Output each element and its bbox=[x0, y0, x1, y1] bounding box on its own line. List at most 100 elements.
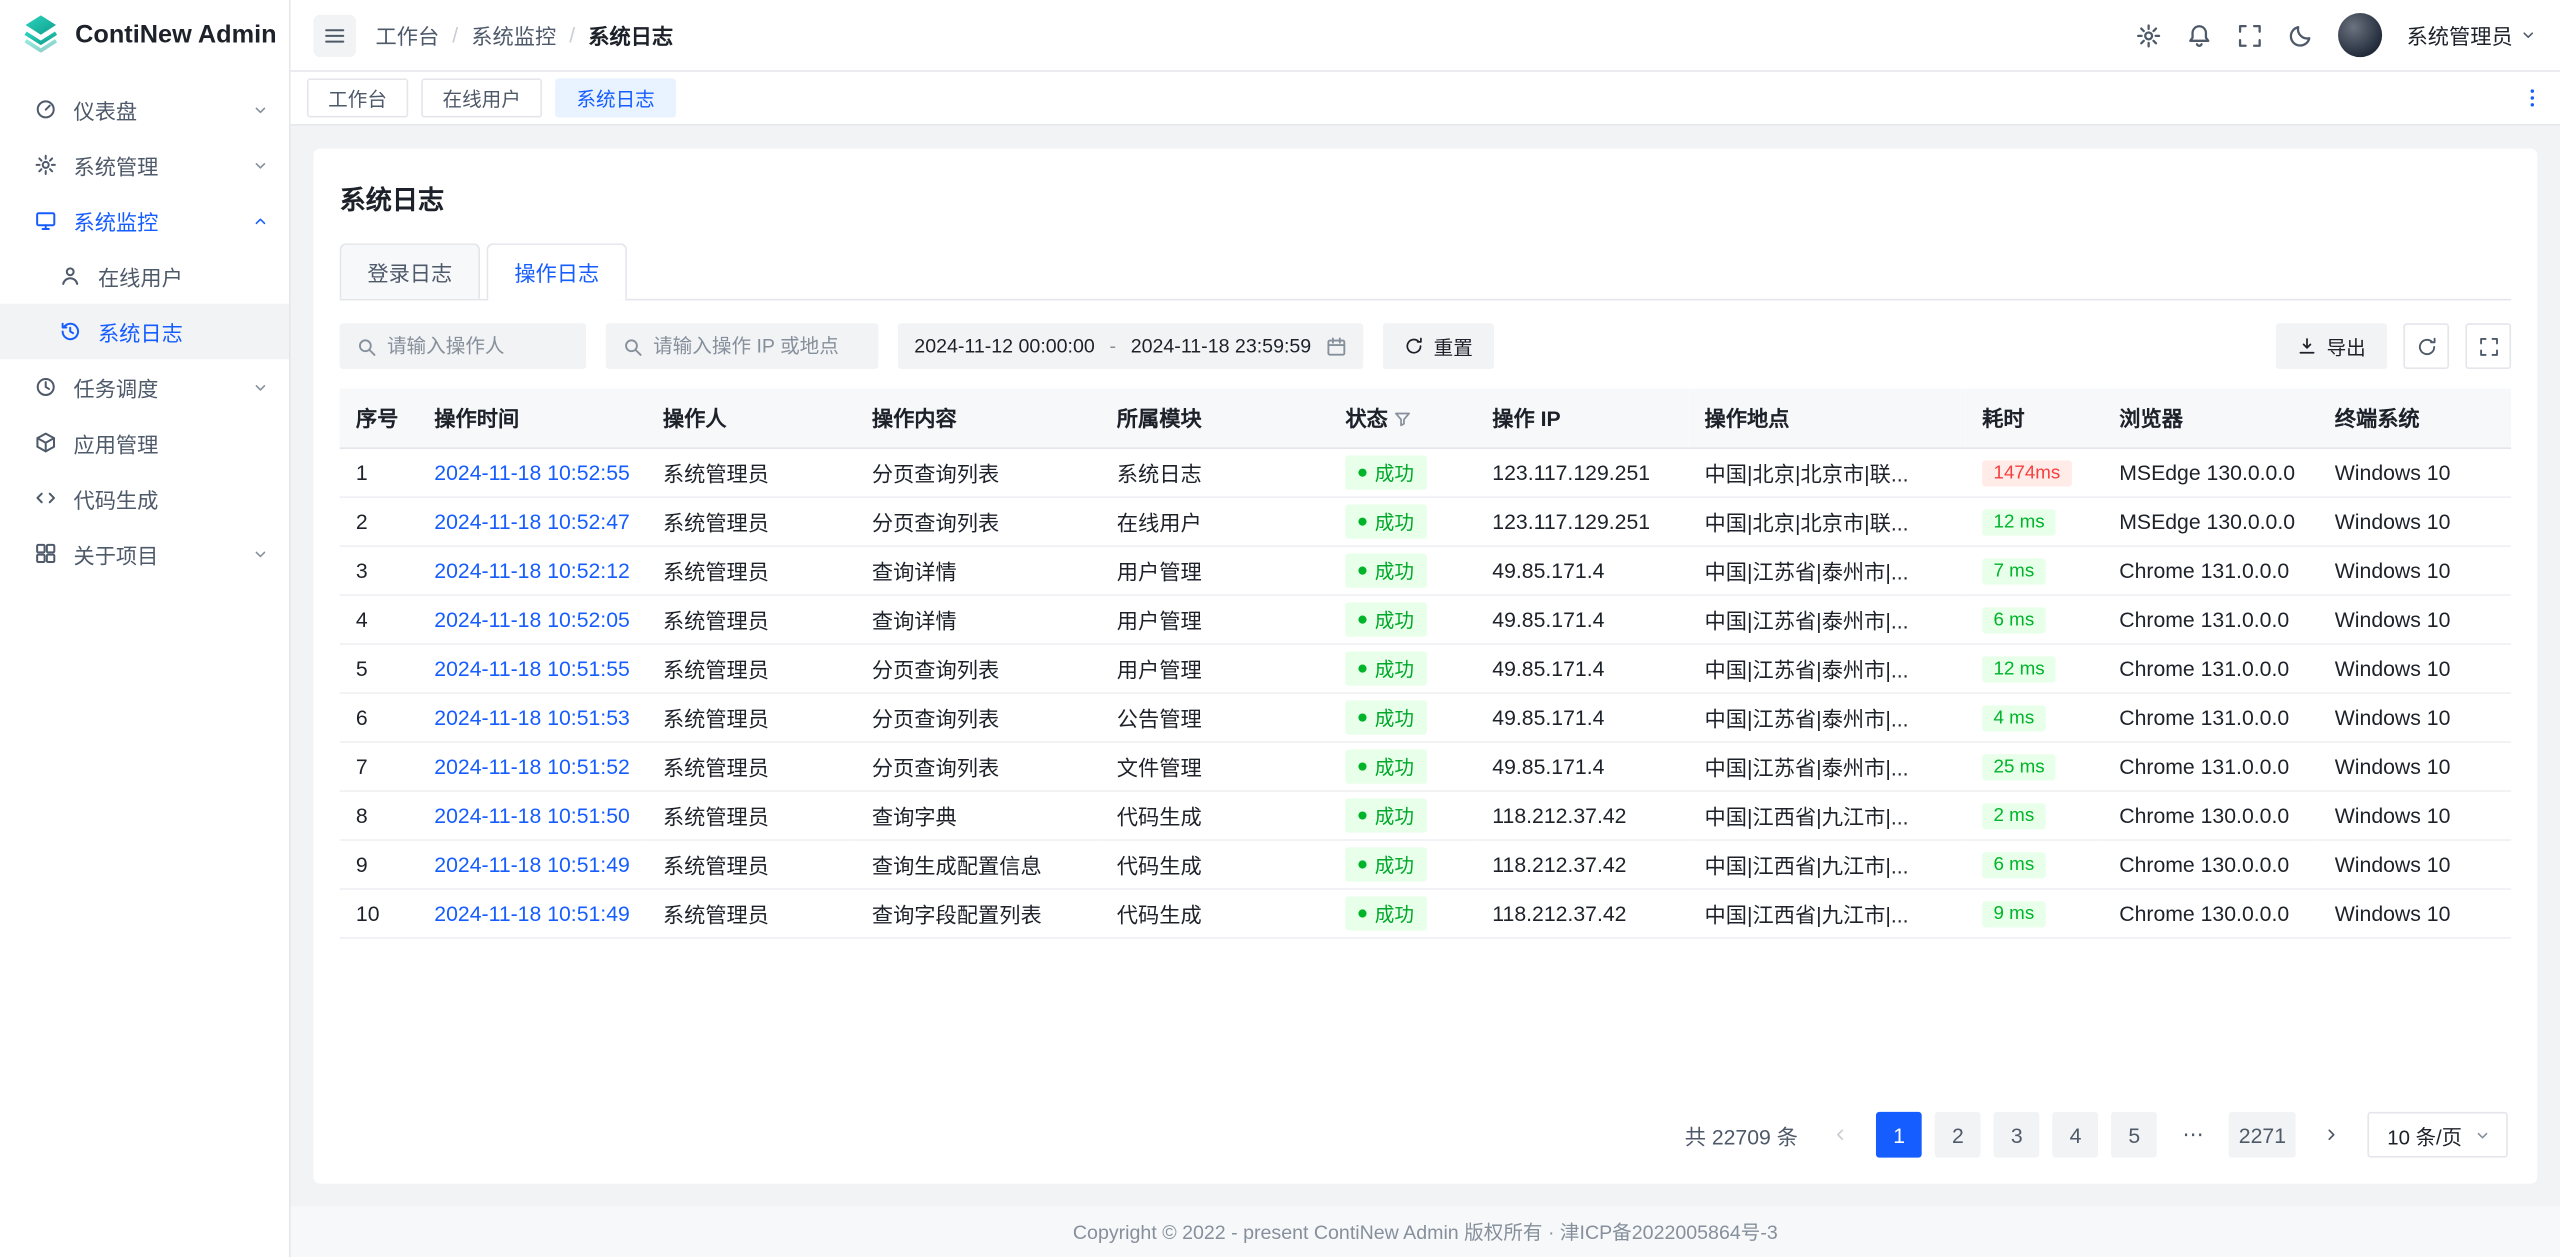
cell-ip: 118.212.37.42 bbox=[1476, 790, 1688, 839]
log-tab[interactable]: 操作日志 bbox=[487, 243, 627, 299]
time-link[interactable]: 2024-11-18 10:52:55 bbox=[434, 460, 630, 484]
column-header-label: 终端系统 bbox=[2335, 407, 2420, 431]
nav-tab[interactable]: 系统日志 bbox=[555, 78, 676, 117]
log-table-wrap: 序号操作时间操作人操作内容所属模块状态操作 IP操作地点耗时浏览器终端系统 12… bbox=[340, 389, 2511, 938]
table-row: 12024-11-18 10:52:55系统管理员分页查询列表系统日志成功123… bbox=[340, 447, 2511, 496]
time-link[interactable]: 2024-11-18 10:51:55 bbox=[434, 656, 630, 680]
cell-index: 8 bbox=[340, 790, 418, 839]
cell-operator: 系统管理员 bbox=[647, 839, 856, 888]
status-dot bbox=[1358, 713, 1366, 721]
cell-index: 9 bbox=[340, 839, 418, 888]
cell-operator: 系统管理员 bbox=[647, 594, 856, 643]
filter-toolbar: 2024-11-12 00:00:00 - 2024-11-18 23:59:5… bbox=[340, 323, 2511, 369]
pagination-page-button[interactable]: 1 bbox=[1876, 1112, 1922, 1158]
time-link[interactable]: 2024-11-18 10:52:47 bbox=[434, 509, 630, 533]
pagination-prev-button[interactable] bbox=[1818, 1112, 1864, 1158]
code-icon bbox=[34, 487, 57, 510]
tab-more-button[interactable] bbox=[2521, 87, 2544, 110]
cell-index: 6 bbox=[340, 692, 418, 741]
pagination-page-button[interactable]: 2271 bbox=[2229, 1112, 2296, 1158]
cell-status: 成功 bbox=[1329, 790, 1476, 839]
sidebar-item[interactable]: 关于项目 bbox=[0, 526, 289, 582]
pagination-page-button[interactable]: 4 bbox=[2053, 1112, 2099, 1158]
date-range-separator: - bbox=[1109, 335, 1116, 358]
sidebar-item-label: 系统管理 bbox=[73, 149, 251, 180]
refresh-table-button[interactable] bbox=[2403, 323, 2449, 369]
pagination-page-button[interactable]: 3 bbox=[1994, 1112, 2040, 1158]
sidebar-collapse-button[interactable] bbox=[313, 14, 355, 56]
fullscreen-button[interactable] bbox=[2237, 22, 2263, 48]
time-link[interactable]: 2024-11-18 10:51:49 bbox=[434, 851, 630, 875]
sidebar-item[interactable]: 系统管理 bbox=[0, 137, 289, 193]
column-header: 操作人 bbox=[647, 389, 856, 448]
table-row: 72024-11-18 10:51:52系统管理员分页查询列表文件管理成功49.… bbox=[340, 741, 2511, 790]
dark-mode-button[interactable] bbox=[2287, 22, 2313, 48]
cell-text: 用户管理 bbox=[1117, 608, 1202, 632]
cell-os: Windows 10 bbox=[2318, 545, 2511, 594]
cell-text: 2 bbox=[356, 509, 368, 533]
status-badge: 成功 bbox=[1345, 700, 1427, 734]
breadcrumb: 工作台 / 系统监控 / 系统日志 bbox=[376, 20, 674, 51]
pagination-next-button[interactable] bbox=[2309, 1112, 2355, 1158]
cell-browser: Chrome 131.0.0.0 bbox=[2103, 545, 2319, 594]
user-menu[interactable]: 系统管理员 bbox=[2407, 20, 2538, 51]
cell-text: Chrome 131.0.0.0 bbox=[2119, 753, 2289, 777]
duration-badge: 12 ms bbox=[1982, 656, 2056, 682]
avatar[interactable] bbox=[2338, 13, 2382, 57]
breadcrumb-item[interactable]: 工作台 bbox=[376, 20, 440, 51]
ip-search-input[interactable] bbox=[653, 335, 862, 358]
column-header-label: 状态 bbox=[1345, 407, 1387, 431]
pagination-ellipsis[interactable]: ⋯ bbox=[2170, 1112, 2216, 1158]
sidebar-item[interactable]: 系统监控 bbox=[0, 193, 289, 249]
time-link[interactable]: 2024-11-18 10:51:52 bbox=[434, 753, 630, 777]
grid-icon bbox=[34, 542, 57, 565]
nav-tab-label: 系统日志 bbox=[576, 84, 654, 112]
status-badge: 成功 bbox=[1345, 896, 1427, 930]
main-content: 系统日志 登录日志操作日志 2024-11-12 00:00:00 - 20 bbox=[291, 126, 2560, 1207]
nav-tab[interactable]: 工作台 bbox=[307, 78, 408, 117]
chevron-down-icon bbox=[2474, 1126, 2492, 1144]
sidebar-item[interactable]: 应用管理 bbox=[0, 415, 289, 471]
cell-content: 分页查询列表 bbox=[856, 643, 1101, 692]
notifications-button[interactable] bbox=[2186, 22, 2212, 48]
page-size-select[interactable]: 10 条/页 bbox=[2368, 1112, 2508, 1158]
date-range-picker[interactable]: 2024-11-12 00:00:00 - 2024-11-18 23:59:5… bbox=[898, 323, 1363, 369]
sidebar-item-label: 在线用户 bbox=[98, 260, 269, 291]
operator-search-input[interactable] bbox=[387, 335, 570, 358]
pagination-page-button[interactable]: 5 bbox=[2111, 1112, 2157, 1158]
cell-text: Windows 10 bbox=[2335, 656, 2451, 680]
cell-text: 中国|北京|北京市|联... bbox=[1705, 510, 1909, 534]
sidebar-item[interactable]: 任务调度 bbox=[0, 359, 289, 415]
brand-name: ContiNew Admin bbox=[75, 21, 277, 50]
nav-tab[interactable]: 在线用户 bbox=[421, 78, 542, 117]
reset-button[interactable]: 重置 bbox=[1383, 323, 1494, 369]
breadcrumb-item[interactable]: 系统监控 bbox=[471, 20, 556, 51]
sidebar-item[interactable]: 仪表盘 bbox=[0, 82, 289, 138]
expand-table-button[interactable] bbox=[2465, 323, 2511, 369]
pagination-page-button[interactable]: 2 bbox=[1935, 1112, 1981, 1158]
clock-icon bbox=[34, 376, 57, 399]
status-dot bbox=[1358, 566, 1366, 574]
time-link[interactable]: 2024-11-18 10:51:49 bbox=[434, 900, 630, 924]
user-name: 系统管理员 bbox=[2407, 20, 2513, 51]
log-tab[interactable]: 登录日志 bbox=[340, 243, 480, 299]
cell-text: Chrome 131.0.0.0 bbox=[2119, 558, 2289, 582]
sidebar-item[interactable]: 系统日志 bbox=[0, 304, 289, 360]
sidebar-item[interactable]: 在线用户 bbox=[0, 248, 289, 304]
cell-operator: 系统管理员 bbox=[647, 692, 856, 741]
cell-os: Windows 10 bbox=[2318, 447, 2511, 496]
time-link[interactable]: 2024-11-18 10:51:53 bbox=[434, 705, 630, 729]
pagination: 共 22709 条 12345⋯2271 10 条/页 bbox=[340, 1092, 2511, 1164]
sidebar-item[interactable]: 代码生成 bbox=[0, 470, 289, 526]
export-button[interactable]: 导出 bbox=[2276, 323, 2387, 369]
time-link[interactable]: 2024-11-18 10:52:05 bbox=[434, 607, 630, 631]
filter-icon[interactable] bbox=[1393, 410, 1413, 430]
time-link[interactable]: 2024-11-18 10:52:12 bbox=[434, 558, 630, 582]
brand[interactable]: ContiNew Admin bbox=[0, 0, 289, 72]
cell-text: 49.85.171.4 bbox=[1492, 705, 1604, 729]
settings-button[interactable] bbox=[2136, 22, 2162, 48]
cell-os: Windows 10 bbox=[2318, 888, 2511, 937]
cell-time: 2024-11-18 10:51:52 bbox=[418, 741, 647, 790]
time-link[interactable]: 2024-11-18 10:51:50 bbox=[434, 802, 630, 826]
cell-duration: 6 ms bbox=[1966, 594, 2103, 643]
